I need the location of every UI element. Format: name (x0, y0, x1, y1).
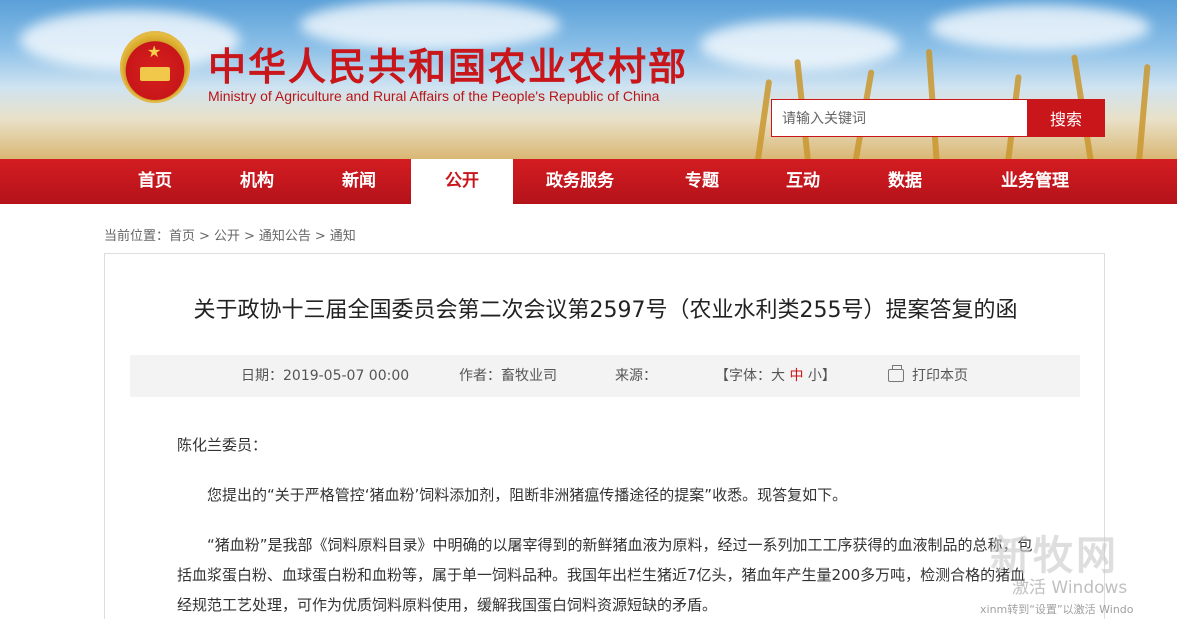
meta-author-label: 作者： (459, 368, 501, 384)
breadcrumb-separator: > (314, 229, 326, 244)
meta-source: 来源： (615, 355, 657, 397)
font-size-control: 【字体：大 中 小】 (715, 355, 836, 397)
font-size-close: 】 (821, 368, 836, 384)
breadcrumb-item-notice[interactable]: 通知 (330, 225, 356, 244)
header-banner: ★ 中华人民共和国农业农村部 Ministry of Agriculture a… (0, 0, 1177, 159)
print-icon (888, 365, 904, 382)
search-button[interactable]: 搜索 (1027, 99, 1105, 137)
article-body: 陈化兰委员： 您提出的“关于严格管控‘猪血粉’饲料添加剂，阻断非洲猪瘟传播途径的… (177, 430, 1037, 619)
breadcrumb-separator: > (243, 229, 255, 244)
wheat-decoration (753, 79, 773, 159)
font-size-large[interactable]: 大 (771, 368, 785, 384)
paragraph: “猪血粉”是我部《饲料原料目录》中明确的以屠宰得到的新鲜猪血液为原料，经过一系列… (177, 536, 1033, 614)
salutation: 陈化兰委员： (177, 436, 268, 454)
nav-item-home[interactable]: 首页 (105, 159, 205, 204)
breadcrumb-separator: > (199, 229, 210, 244)
nav-item-business[interactable]: 业务管理 (975, 159, 1095, 204)
nav-item-public[interactable]: 公开 (411, 159, 513, 204)
meta-author: 作者：畜牧业司 (459, 355, 557, 397)
nav-item-services[interactable]: 政务服务 (525, 159, 635, 204)
meta-source-label: 来源： (615, 368, 657, 384)
breadcrumb-item-public[interactable]: 公开 (214, 225, 240, 244)
font-size-label: 【字体： (715, 368, 771, 384)
nav-item-news[interactable]: 新闻 (309, 159, 409, 204)
gate-icon (140, 67, 170, 81)
site-title[interactable]: 中华人民共和国农业农村部 (208, 36, 688, 91)
breadcrumb-item-announcements[interactable]: 通知公告 (259, 225, 311, 244)
article-meta-bar: 日期：2019-05-07 00:00 作者：畜牧业司 来源： 【字体：大 中 … (130, 355, 1080, 397)
nav-item-data[interactable]: 数据 (855, 159, 955, 204)
main-nav: 首页 机构 新闻 公开 政务服务 专题 互动 数据 业务管理 (0, 159, 1177, 204)
nav-item-topics[interactable]: 专题 (652, 159, 752, 204)
article-card: 关于政协十三届全国委员会第二次会议第2597号（农业水利类255号）提案答复的函… (104, 253, 1105, 619)
national-emblem-icon[interactable]: ★ (120, 31, 190, 103)
breadcrumb: 当前位置：首页 > 公开 > 通知公告 > 通知 (104, 225, 356, 244)
print-button[interactable]: 打印本页 (888, 355, 968, 397)
breadcrumb-item-home[interactable]: 首页 (169, 225, 195, 244)
star-icon: ★ (147, 42, 162, 61)
nav-item-organization[interactable]: 机构 (207, 159, 307, 204)
breadcrumb-prefix: 当前位置： (104, 229, 170, 244)
site-subtitle: Ministry of Agriculture and Rural Affair… (208, 88, 660, 104)
font-size-small[interactable]: 小 (808, 368, 822, 384)
font-size-medium[interactable]: 中 (789, 368, 803, 384)
article-title: 关于政协十三届全国委员会第二次会议第2597号（农业水利类255号）提案答复的函 (193, 298, 1018, 323)
nav-item-interaction[interactable]: 互动 (753, 159, 853, 204)
cloud-decoration (930, 5, 1150, 50)
meta-date-value: 2019-05-07 00:00 (283, 368, 410, 384)
wheat-decoration (1135, 63, 1151, 159)
print-label: 打印本页 (912, 368, 968, 384)
search-input[interactable] (771, 99, 1028, 137)
paragraph: 您提出的“关于严格管控‘猪血粉’饲料添加剂，阻断非洲猪瘟传播途径的提案”收悉。现… (207, 486, 848, 504)
meta-date: 日期：2019-05-07 00:00 (241, 355, 409, 397)
meta-date-label: 日期： (241, 368, 283, 384)
meta-author-value: 畜牧业司 (501, 368, 557, 384)
